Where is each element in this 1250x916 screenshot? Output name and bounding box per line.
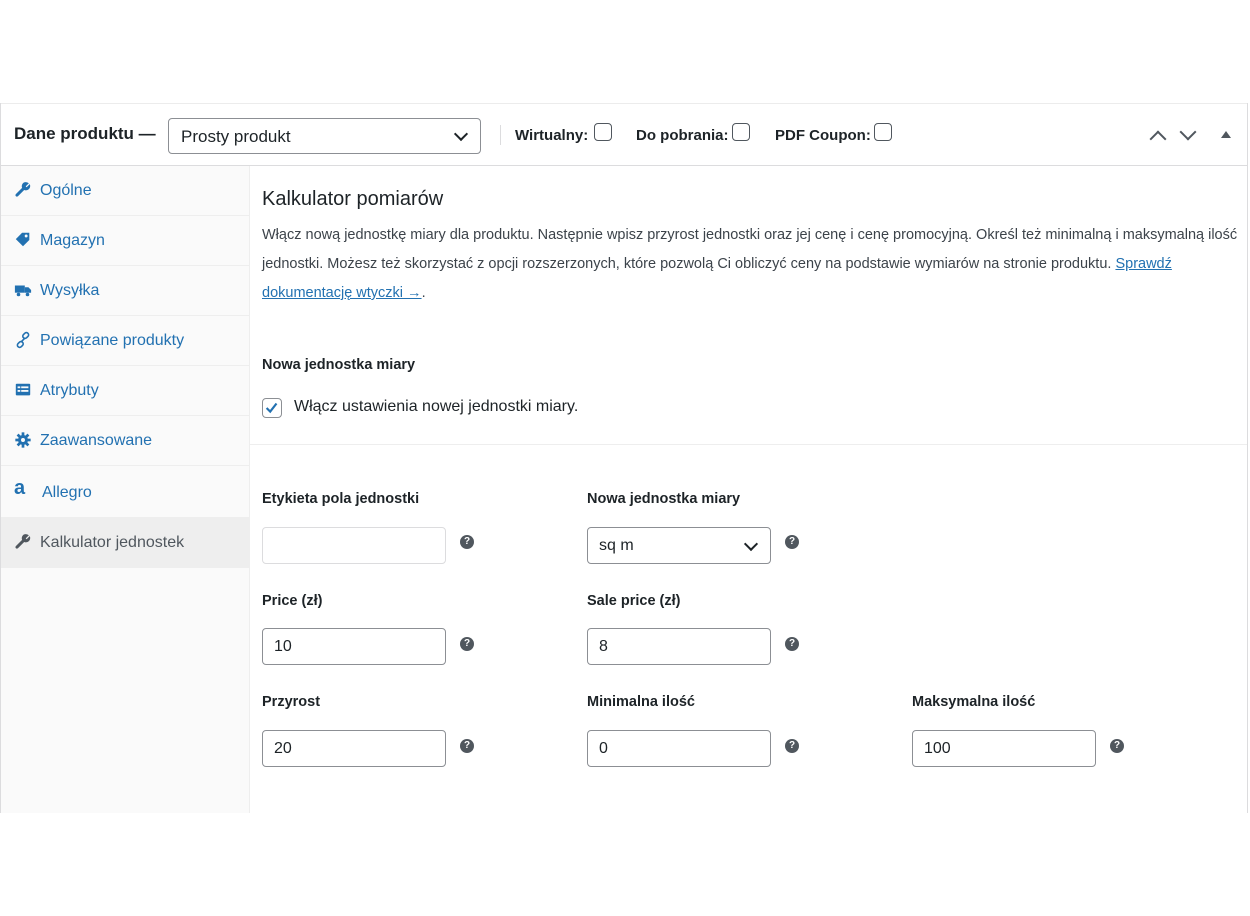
tab-label: Ogólne bbox=[40, 182, 92, 199]
chevron-down-icon bbox=[453, 126, 469, 142]
tab-linked-products[interactable]: Powiązane produkty bbox=[1, 316, 249, 366]
move-up-icon[interactable] bbox=[1149, 130, 1167, 148]
new-unit-section-label: Nowa jednostka miary bbox=[262, 357, 416, 373]
input-value: 10 bbox=[274, 638, 292, 655]
tab-attributes[interactable]: Atrybuty bbox=[1, 366, 249, 416]
virtual-label: Wirtualny: bbox=[515, 127, 589, 144]
min-qty-input[interactable]: 0 bbox=[587, 730, 771, 767]
input-value: 0 bbox=[599, 740, 608, 757]
wrench-icon bbox=[15, 182, 31, 197]
unit-calculator-panel: Kalkulator pomiarów Włącz nową jednostkę… bbox=[250, 166, 1247, 813]
panel-title: Dane produktu — bbox=[14, 124, 156, 143]
tab-advanced[interactable]: Zaawansowane bbox=[1, 416, 249, 466]
tab-label: Wysyłka bbox=[40, 282, 100, 299]
tag-icon bbox=[15, 232, 30, 247]
unit-label-input[interactable] bbox=[262, 527, 446, 564]
virtual-checkbox[interactable] bbox=[594, 123, 612, 141]
input-value: 100 bbox=[924, 740, 951, 757]
sale-price-input[interactable]: 8 bbox=[587, 628, 771, 665]
new-unit-select[interactable]: sq m bbox=[587, 527, 771, 564]
move-down-icon[interactable] bbox=[1179, 123, 1197, 141]
tab-shipping[interactable]: Wysyłka bbox=[1, 266, 249, 316]
help-icon[interactable]: ? bbox=[460, 535, 474, 549]
tab-label: Magazyn bbox=[40, 232, 105, 249]
wrench-icon bbox=[15, 534, 31, 549]
increment-input[interactable]: 20 bbox=[262, 730, 446, 767]
description-suffix: . bbox=[421, 285, 426, 301]
enable-unit-label: Włącz ustawienia nowej jednostki miary. bbox=[294, 398, 579, 415]
divider bbox=[250, 444, 1247, 445]
unit-label-field-label: Etykieta pola jednostki bbox=[262, 491, 420, 507]
pdf-coupon-label: PDF Coupon: bbox=[775, 127, 871, 144]
new-unit-field-label: Nowa jednostka miary bbox=[587, 491, 741, 507]
link-icon bbox=[16, 331, 30, 349]
max-qty-field-label: Maksymalna ilość bbox=[912, 694, 1036, 710]
checkmark-icon bbox=[265, 402, 278, 414]
tab-label: Allegro bbox=[42, 484, 92, 501]
product-data-tabs: Ogólne Magazyn Wysyłka Powiązane produkt… bbox=[1, 166, 250, 813]
tab-unit-calculator[interactable]: Kalkulator jednostek bbox=[1, 518, 249, 568]
min-qty-field-label: Minimalna ilość bbox=[587, 694, 695, 710]
tab-label: Powiązane produkty bbox=[40, 332, 185, 349]
tab-allegro[interactable]: a Allegro bbox=[1, 466, 249, 518]
product-type-value: Prosty produkt bbox=[181, 127, 291, 146]
tab-label: Atrybuty bbox=[40, 382, 99, 399]
tab-inventory[interactable]: Magazyn bbox=[1, 216, 249, 266]
tab-general[interactable]: Ogólne bbox=[1, 166, 249, 216]
panel-header: Dane produktu — Prosty produkt Wirtualny… bbox=[1, 103, 1247, 166]
tab-label: Zaawansowane bbox=[40, 432, 153, 449]
price-input[interactable]: 10 bbox=[262, 628, 446, 665]
pdf-coupon-checkbox[interactable] bbox=[874, 123, 892, 141]
chevron-down-icon bbox=[743, 536, 759, 552]
increment-field-label: Przyrost bbox=[262, 694, 321, 710]
list-icon bbox=[15, 383, 31, 396]
sale-price-field-label: Sale price (zł) bbox=[587, 593, 681, 609]
section-description: Włącz nową jednostkę miary dla produktu.… bbox=[262, 221, 1242, 308]
tab-label: Kalkulator jednostek bbox=[40, 534, 185, 551]
gear-icon bbox=[15, 432, 31, 448]
select-value: sq m bbox=[599, 537, 634, 554]
help-icon[interactable]: ? bbox=[460, 637, 474, 651]
help-icon[interactable]: ? bbox=[460, 739, 474, 753]
description-text: Włącz nową jednostkę miary dla produktu.… bbox=[262, 227, 1238, 272]
price-field-label: Price (zł) bbox=[262, 593, 323, 609]
product-data-panel: Dane produktu — Prosty produkt Wirtualny… bbox=[0, 103, 1248, 813]
truck-icon bbox=[14, 285, 32, 297]
help-icon[interactable]: ? bbox=[785, 739, 799, 753]
downloadable-checkbox[interactable] bbox=[732, 123, 750, 141]
enable-unit-checkbox[interactable] bbox=[262, 398, 282, 418]
input-value: 8 bbox=[599, 638, 608, 655]
downloadable-label: Do pobrania: bbox=[636, 127, 729, 144]
help-icon[interactable]: ? bbox=[785, 637, 799, 651]
divider bbox=[500, 125, 501, 145]
input-value: 20 bbox=[274, 740, 292, 757]
help-icon[interactable]: ? bbox=[785, 535, 799, 549]
section-title: Kalkulator pomiarów bbox=[262, 188, 444, 210]
max-qty-input[interactable]: 100 bbox=[912, 730, 1096, 767]
collapse-toggle-icon[interactable] bbox=[1221, 131, 1231, 138]
allegro-icon: a bbox=[14, 477, 26, 499]
product-type-select[interactable]: Prosty produkt bbox=[168, 118, 481, 154]
help-icon[interactable]: ? bbox=[1110, 739, 1124, 753]
